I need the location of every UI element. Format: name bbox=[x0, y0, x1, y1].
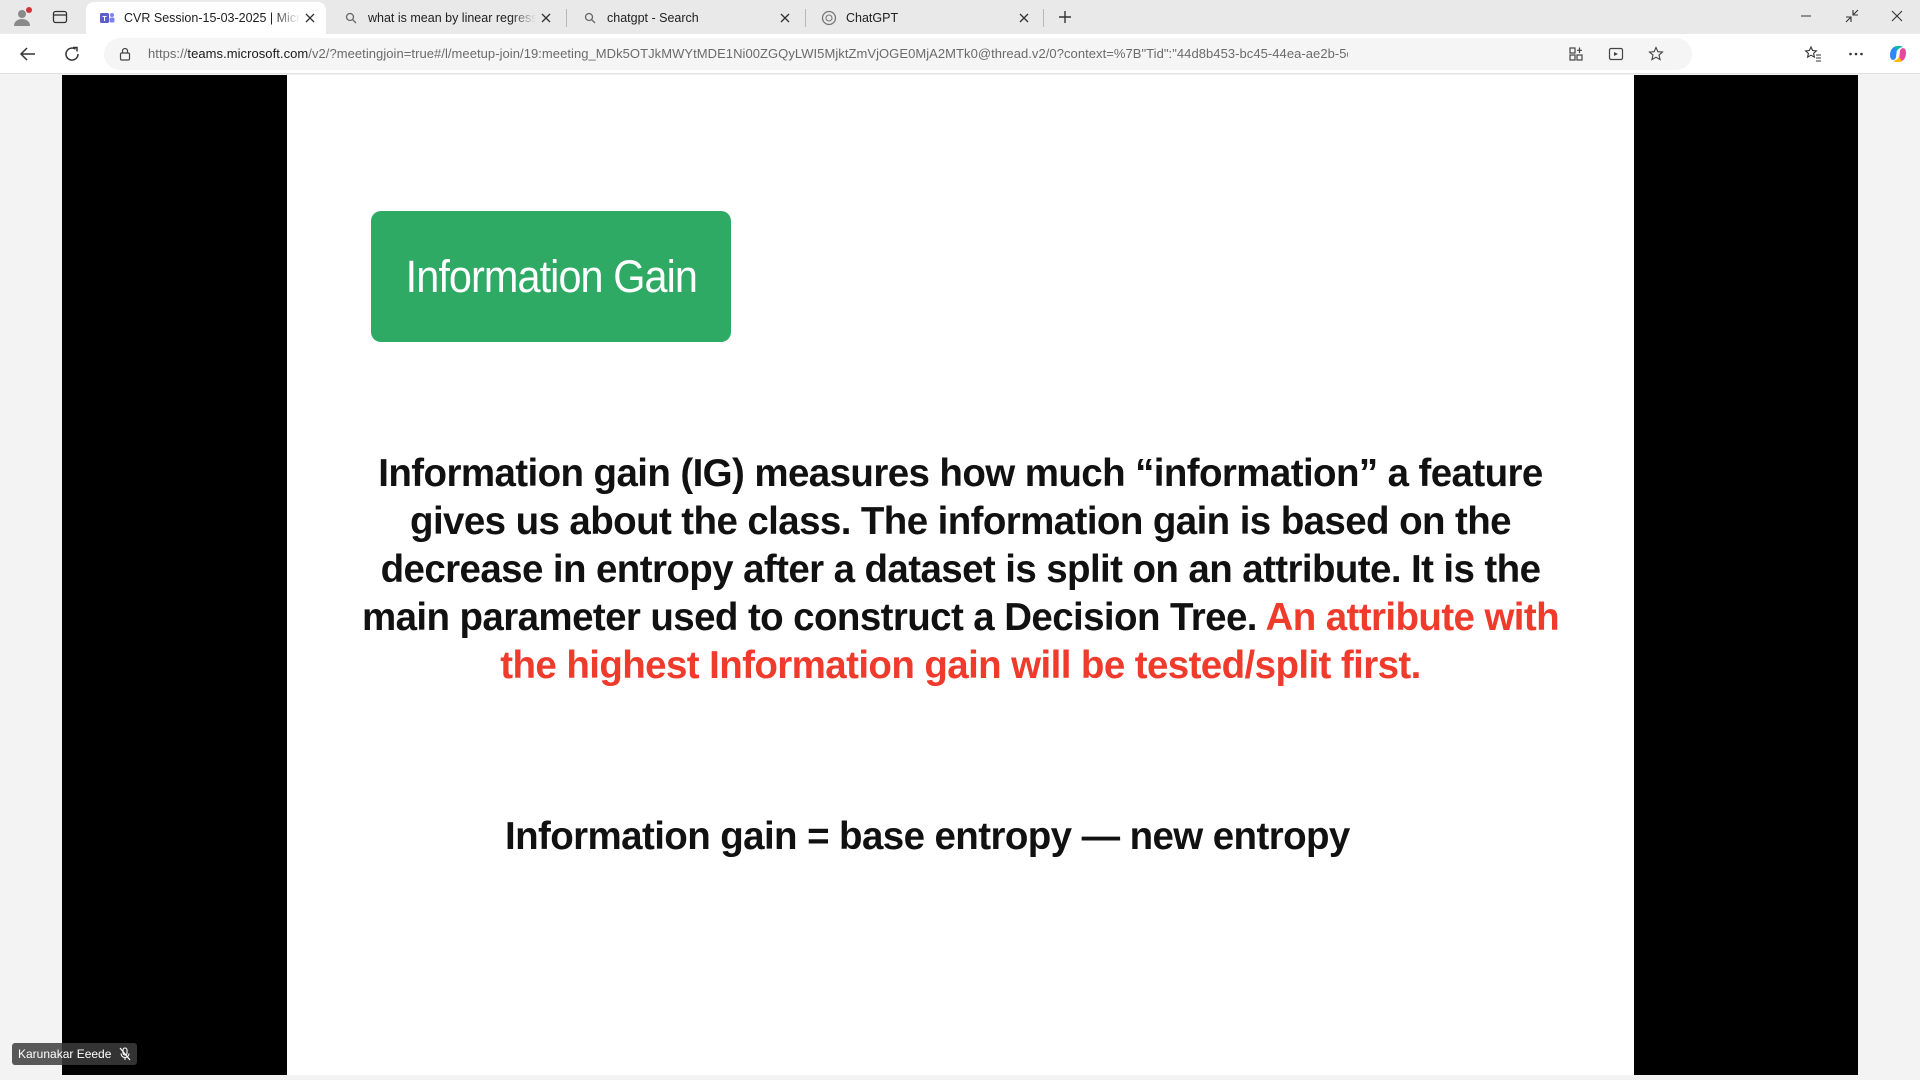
tab-actions-icon[interactable] bbox=[47, 5, 73, 29]
tab-title: CVR Session-15-03-2025 | Microsoft Teams bbox=[124, 11, 300, 25]
tab-title: what is mean by linear regression - Sear… bbox=[368, 11, 536, 25]
back-icon[interactable] bbox=[12, 38, 44, 70]
url-host: teams.microsoft.com bbox=[187, 46, 309, 61]
slide-paragraph: Information gain (IG) measures how much … bbox=[337, 450, 1584, 690]
presentation-slide: Information Gain Information gain (IG) m… bbox=[287, 75, 1634, 1075]
browser-tab-strip: T CVR Session-15-03-2025 | Microsoft Tea… bbox=[0, 0, 1920, 34]
favorites-icon[interactable] bbox=[1797, 38, 1829, 70]
tab-separator bbox=[805, 9, 806, 27]
tab-separator bbox=[566, 9, 567, 27]
search-icon bbox=[342, 9, 360, 27]
more-options-icon[interactable] bbox=[1840, 38, 1872, 70]
url-path: /v2/?meetingjoin=true#/l/meetup-join/19:… bbox=[308, 46, 1348, 61]
browser-toolbar: https://teams.microsoft.com/v2/?meetingj… bbox=[0, 34, 1920, 74]
meeting-stage: Information Gain Information gain (IG) m… bbox=[0, 75, 1920, 1080]
tab-title: chatgpt - Search bbox=[607, 11, 699, 25]
profile-icon[interactable] bbox=[9, 5, 35, 29]
url-prefix: https:// bbox=[148, 46, 188, 61]
minimize-icon[interactable] bbox=[1783, 0, 1829, 32]
participant-name-tag: Karunakar Eeede bbox=[12, 1043, 138, 1065]
favorite-star-icon[interactable] bbox=[1644, 43, 1668, 65]
read-aloud-icon[interactable] bbox=[1604, 43, 1628, 65]
close-tab-icon[interactable] bbox=[536, 8, 556, 28]
mic-off-icon bbox=[119, 1047, 131, 1061]
address-bar[interactable]: https://teams.microsoft.com/v2/?meetingj… bbox=[104, 38, 1692, 70]
svg-text:T: T bbox=[102, 16, 107, 23]
tab-chatgpt-search[interactable]: chatgpt - Search bbox=[569, 2, 801, 34]
close-tab-icon[interactable] bbox=[775, 8, 795, 28]
participant-name: Karunakar Eeede bbox=[18, 1047, 112, 1061]
tab-teams[interactable]: T CVR Session-15-03-2025 | Microsoft Tea… bbox=[86, 2, 326, 34]
refresh-icon[interactable] bbox=[56, 38, 88, 70]
slide-title-badge: Information Gain bbox=[371, 211, 731, 342]
app-available-icon[interactable] bbox=[1564, 43, 1588, 65]
tab-chatgpt[interactable]: ChatGPT bbox=[808, 2, 1040, 34]
shared-screen-video: Information Gain Information gain (IG) m… bbox=[62, 75, 1858, 1075]
restore-icon[interactable] bbox=[1829, 0, 1875, 32]
lock-icon[interactable] bbox=[116, 45, 134, 63]
tab-separator bbox=[1043, 9, 1044, 27]
slide-formula: Information gain = base entropy — new en… bbox=[505, 815, 1350, 858]
close-tab-icon[interactable] bbox=[1014, 8, 1034, 28]
close-window-icon[interactable] bbox=[1874, 0, 1920, 32]
new-tab-icon[interactable] bbox=[1052, 5, 1078, 29]
slide-title: Information Gain bbox=[405, 250, 697, 302]
close-tab-icon[interactable] bbox=[300, 8, 320, 28]
chatgpt-icon bbox=[820, 9, 838, 27]
teams-icon: T bbox=[98, 9, 116, 27]
tab-title: ChatGPT bbox=[846, 11, 899, 25]
search-icon bbox=[581, 9, 599, 27]
url-text[interactable]: https://teams.microsoft.com/v2/?meetingj… bbox=[148, 46, 1348, 61]
copilot-icon[interactable] bbox=[1882, 38, 1914, 70]
tab-linear-regression-search[interactable]: what is mean by linear regression - Sear… bbox=[330, 2, 562, 34]
